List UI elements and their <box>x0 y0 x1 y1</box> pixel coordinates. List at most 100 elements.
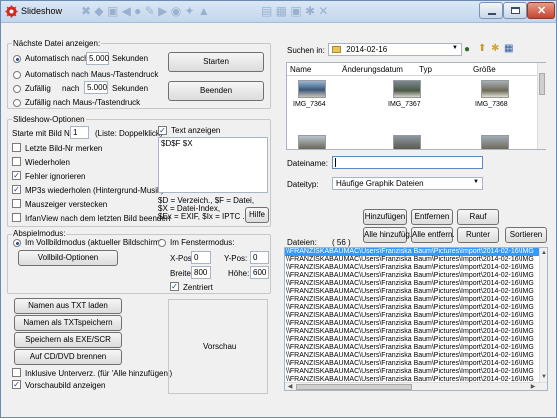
auto-mouse-radio[interactable] <box>13 71 21 79</box>
auto-after-unit: Sekunden <box>112 54 149 63</box>
auto-after-radio[interactable] <box>13 55 21 63</box>
auto-after-seconds-input[interactable]: 5.000 <box>86 52 109 65</box>
hide-mouse-checkbox[interactable] <box>12 199 21 208</box>
include-subdirs-checkbox[interactable] <box>12 368 21 377</box>
file-list-row[interactable]: \\FRANZISKABAUMAC\Users\Franziska Baum\P… <box>285 288 539 296</box>
random-mouse-radio[interactable] <box>13 99 21 107</box>
file-list-row[interactable]: \\FRANZISKABAUMAC\Users\Franziska Baum\P… <box>285 320 539 328</box>
names-from-txt-button[interactable]: Namen aus TXT laden <box>14 298 122 314</box>
folder-combo[interactable]: 2014-02-16 ▼ <box>328 43 462 56</box>
back-icon[interactable]: ● <box>464 44 470 55</box>
thumbnail-caption[interactable]: IMG_7368 <box>475 101 508 108</box>
file-list-row[interactable]: \\FRANZISKABAUMAC\Users\Franziska Baum\P… <box>285 352 539 360</box>
folder-icon <box>332 46 341 54</box>
remove-all-button[interactable]: Alle entfern. <box>411 227 455 243</box>
slideshow-app-icon <box>5 5 18 18</box>
move-up-button[interactable]: Rauf <box>457 209 499 225</box>
file-list-row[interactable]: \\FRANZISKABAUMAC\Users\Franziska Baum\P… <box>285 264 539 272</box>
filename-input[interactable] <box>332 156 483 169</box>
file-list-row[interactable]: \\FRANZISKABAUMAC\Users\Franziska Baum\P… <box>285 296 539 304</box>
fullscreen-radio[interactable] <box>13 239 21 247</box>
thumbnail-image[interactable] <box>393 135 421 149</box>
background-toolbar-icon: ✖ ◆ ▣ ◀ ● ✎ ▶ ◉ ✦ ▲ <box>81 4 210 18</box>
up-folder-icon[interactable]: ⬆ <box>478 43 486 54</box>
files-label: Dateien: <box>287 238 317 247</box>
thumbnail-image[interactable] <box>298 135 326 149</box>
browser-scrollbar[interactable] <box>537 63 546 149</box>
file-list-row[interactable]: \\FRANZISKABAUMAC\Users\Franziska Baum\P… <box>285 344 539 352</box>
random-after-seconds-input[interactable]: 5.000 <box>84 81 108 94</box>
scroll-left-icon[interactable]: ◀ <box>285 382 295 390</box>
thumbnail-image[interactable] <box>481 80 509 98</box>
show-preview-checkbox[interactable]: ✓ <box>12 380 21 389</box>
title-bar[interactable]: Slideshow ✖ ◆ ▣ ◀ ● ✎ ▶ ◉ ✦ ▲ ▤ ▦ ▣ ✱ ✕ … <box>1 1 556 23</box>
horizontal-scrollbar-thumb[interactable] <box>296 384 412 390</box>
help-button[interactable]: Hilfe <box>245 207 269 223</box>
thumbnail-image[interactable] <box>393 80 421 98</box>
filetype-value: Häufige Graphik Dateien <box>336 179 424 188</box>
start-button[interactable]: Starten <box>168 52 264 72</box>
file-list-row[interactable]: \\FRANZISKABAUMAC\Users\Franziska Baum\P… <box>285 328 539 336</box>
scroll-down-icon[interactable]: ▼ <box>539 372 547 382</box>
random-after-radio[interactable] <box>13 85 21 93</box>
column-name[interactable]: Name <box>290 65 311 74</box>
remember-last-checkbox[interactable] <box>12 143 21 152</box>
start-with-input[interactable]: 1 <box>70 126 89 139</box>
file-list-row[interactable]: \\FRANZISKABAUMAC\Users\Franziska Baum\P… <box>285 368 539 376</box>
column-type[interactable]: Typ <box>419 65 432 74</box>
burn-cd-button[interactable]: Auf CD/DVD brennen <box>14 349 122 365</box>
window-mode-radio[interactable] <box>158 239 166 247</box>
thumbnail-caption[interactable]: IMG_7364 <box>293 101 326 108</box>
ignore-errors-checkbox[interactable]: ✓ <box>12 171 21 180</box>
column-modified[interactable]: Änderungsdatum <box>342 65 403 74</box>
height-input[interactable]: 600 <box>250 266 269 279</box>
file-list-row[interactable]: \\FRANZISKABAUMAC\Users\Franziska Baum\P… <box>285 336 539 344</box>
save-exe-button[interactable]: Speichern als EXE/SCR <box>14 332 122 348</box>
add-all-button[interactable]: Alle hinzufüg. <box>363 227 412 243</box>
column-size[interactable]: Größe <box>473 65 496 74</box>
file-list-row[interactable]: \\FRANZISKABAUMAC\Users\Franziska Baum\P… <box>285 272 539 280</box>
close-button[interactable]: ✕ <box>527 2 555 19</box>
file-list-row[interactable]: \\FRANZISKABAUMAC\Users\Franziska Baum\P… <box>285 312 539 320</box>
files-list[interactable]: \\FRANZISKABAUMAC\Users\Franziska Baum\P… <box>284 247 548 391</box>
add-button[interactable]: Hinzufügen <box>363 209 407 225</box>
thumbnail-image[interactable] <box>481 135 509 149</box>
thumbnail-caption[interactable]: IMG_7367 <box>388 101 421 108</box>
new-folder-icon[interactable]: ✱ <box>491 43 499 54</box>
maximize-button[interactable] <box>503 2 527 19</box>
repeat-mp3-checkbox[interactable]: ✓ <box>12 185 21 194</box>
browser-scrollbar-thumb[interactable] <box>539 73 545 95</box>
remove-button[interactable]: Entfernen <box>411 209 453 225</box>
thumbnail-image[interactable] <box>298 80 326 98</box>
file-list-row[interactable]: \\FRANZISKABAUMAC\Users\Franziska Baum\P… <box>285 248 539 256</box>
random-after-unit: Sekunden <box>112 84 149 93</box>
file-list-row[interactable]: \\FRANZISKABAUMAC\Users\Franziska Baum\P… <box>285 360 539 368</box>
xpos-input[interactable]: 0 <box>191 251 211 264</box>
file-list-row[interactable]: \\FRANZISKABAUMAC\Users\Franziska Baum\P… <box>285 280 539 288</box>
file-list-row[interactable]: \\FRANZISKABAUMAC\Users\Franziska Baum\P… <box>285 304 539 312</box>
files-vertical-scrollbar[interactable]: ▲ ▼ <box>539 248 547 382</box>
file-list-row[interactable]: \\FRANZISKABAUMAC\Users\Franziska Baum\P… <box>285 256 539 264</box>
show-text-checkbox[interactable]: ✓ <box>158 126 167 135</box>
view-menu-icon[interactable]: ▦ <box>504 43 513 54</box>
centered-label: Zentriert <box>183 283 213 292</box>
minimize-button[interactable] <box>479 2 503 19</box>
move-down-button[interactable]: Runter <box>457 227 499 243</box>
width-input[interactable]: 800 <box>191 266 211 279</box>
auto-mouse-label: Automatisch nach Maus-/Tastendruck <box>25 70 159 79</box>
double-click-hint: (Liste: Doppelklick) <box>95 129 163 138</box>
end-button[interactable]: Beenden <box>168 81 264 101</box>
fullscreen-options-button[interactable]: Vollbild-Optionen <box>18 250 118 266</box>
chevron-down-icon: ▼ <box>473 179 479 185</box>
filetype-combo[interactable]: Häufige Graphik Dateien ▼ <box>332 177 483 190</box>
scroll-up-icon[interactable]: ▲ <box>539 248 547 258</box>
quit-irfan-checkbox[interactable] <box>12 213 21 222</box>
files-horizontal-scrollbar[interactable]: ◀ ▶ <box>285 382 547 390</box>
sort-button[interactable]: Sortieren <box>505 227 547 243</box>
centered-checkbox[interactable]: ✓ <box>170 282 179 291</box>
names-as-txt-button[interactable]: Namen als TXTspeichern <box>14 315 122 331</box>
repeat-checkbox[interactable] <box>12 157 21 166</box>
ypos-input[interactable]: 0 <box>250 251 269 264</box>
scroll-right-icon[interactable]: ▶ <box>528 382 538 390</box>
text-format-input[interactable]: $D$F $X <box>158 137 268 193</box>
